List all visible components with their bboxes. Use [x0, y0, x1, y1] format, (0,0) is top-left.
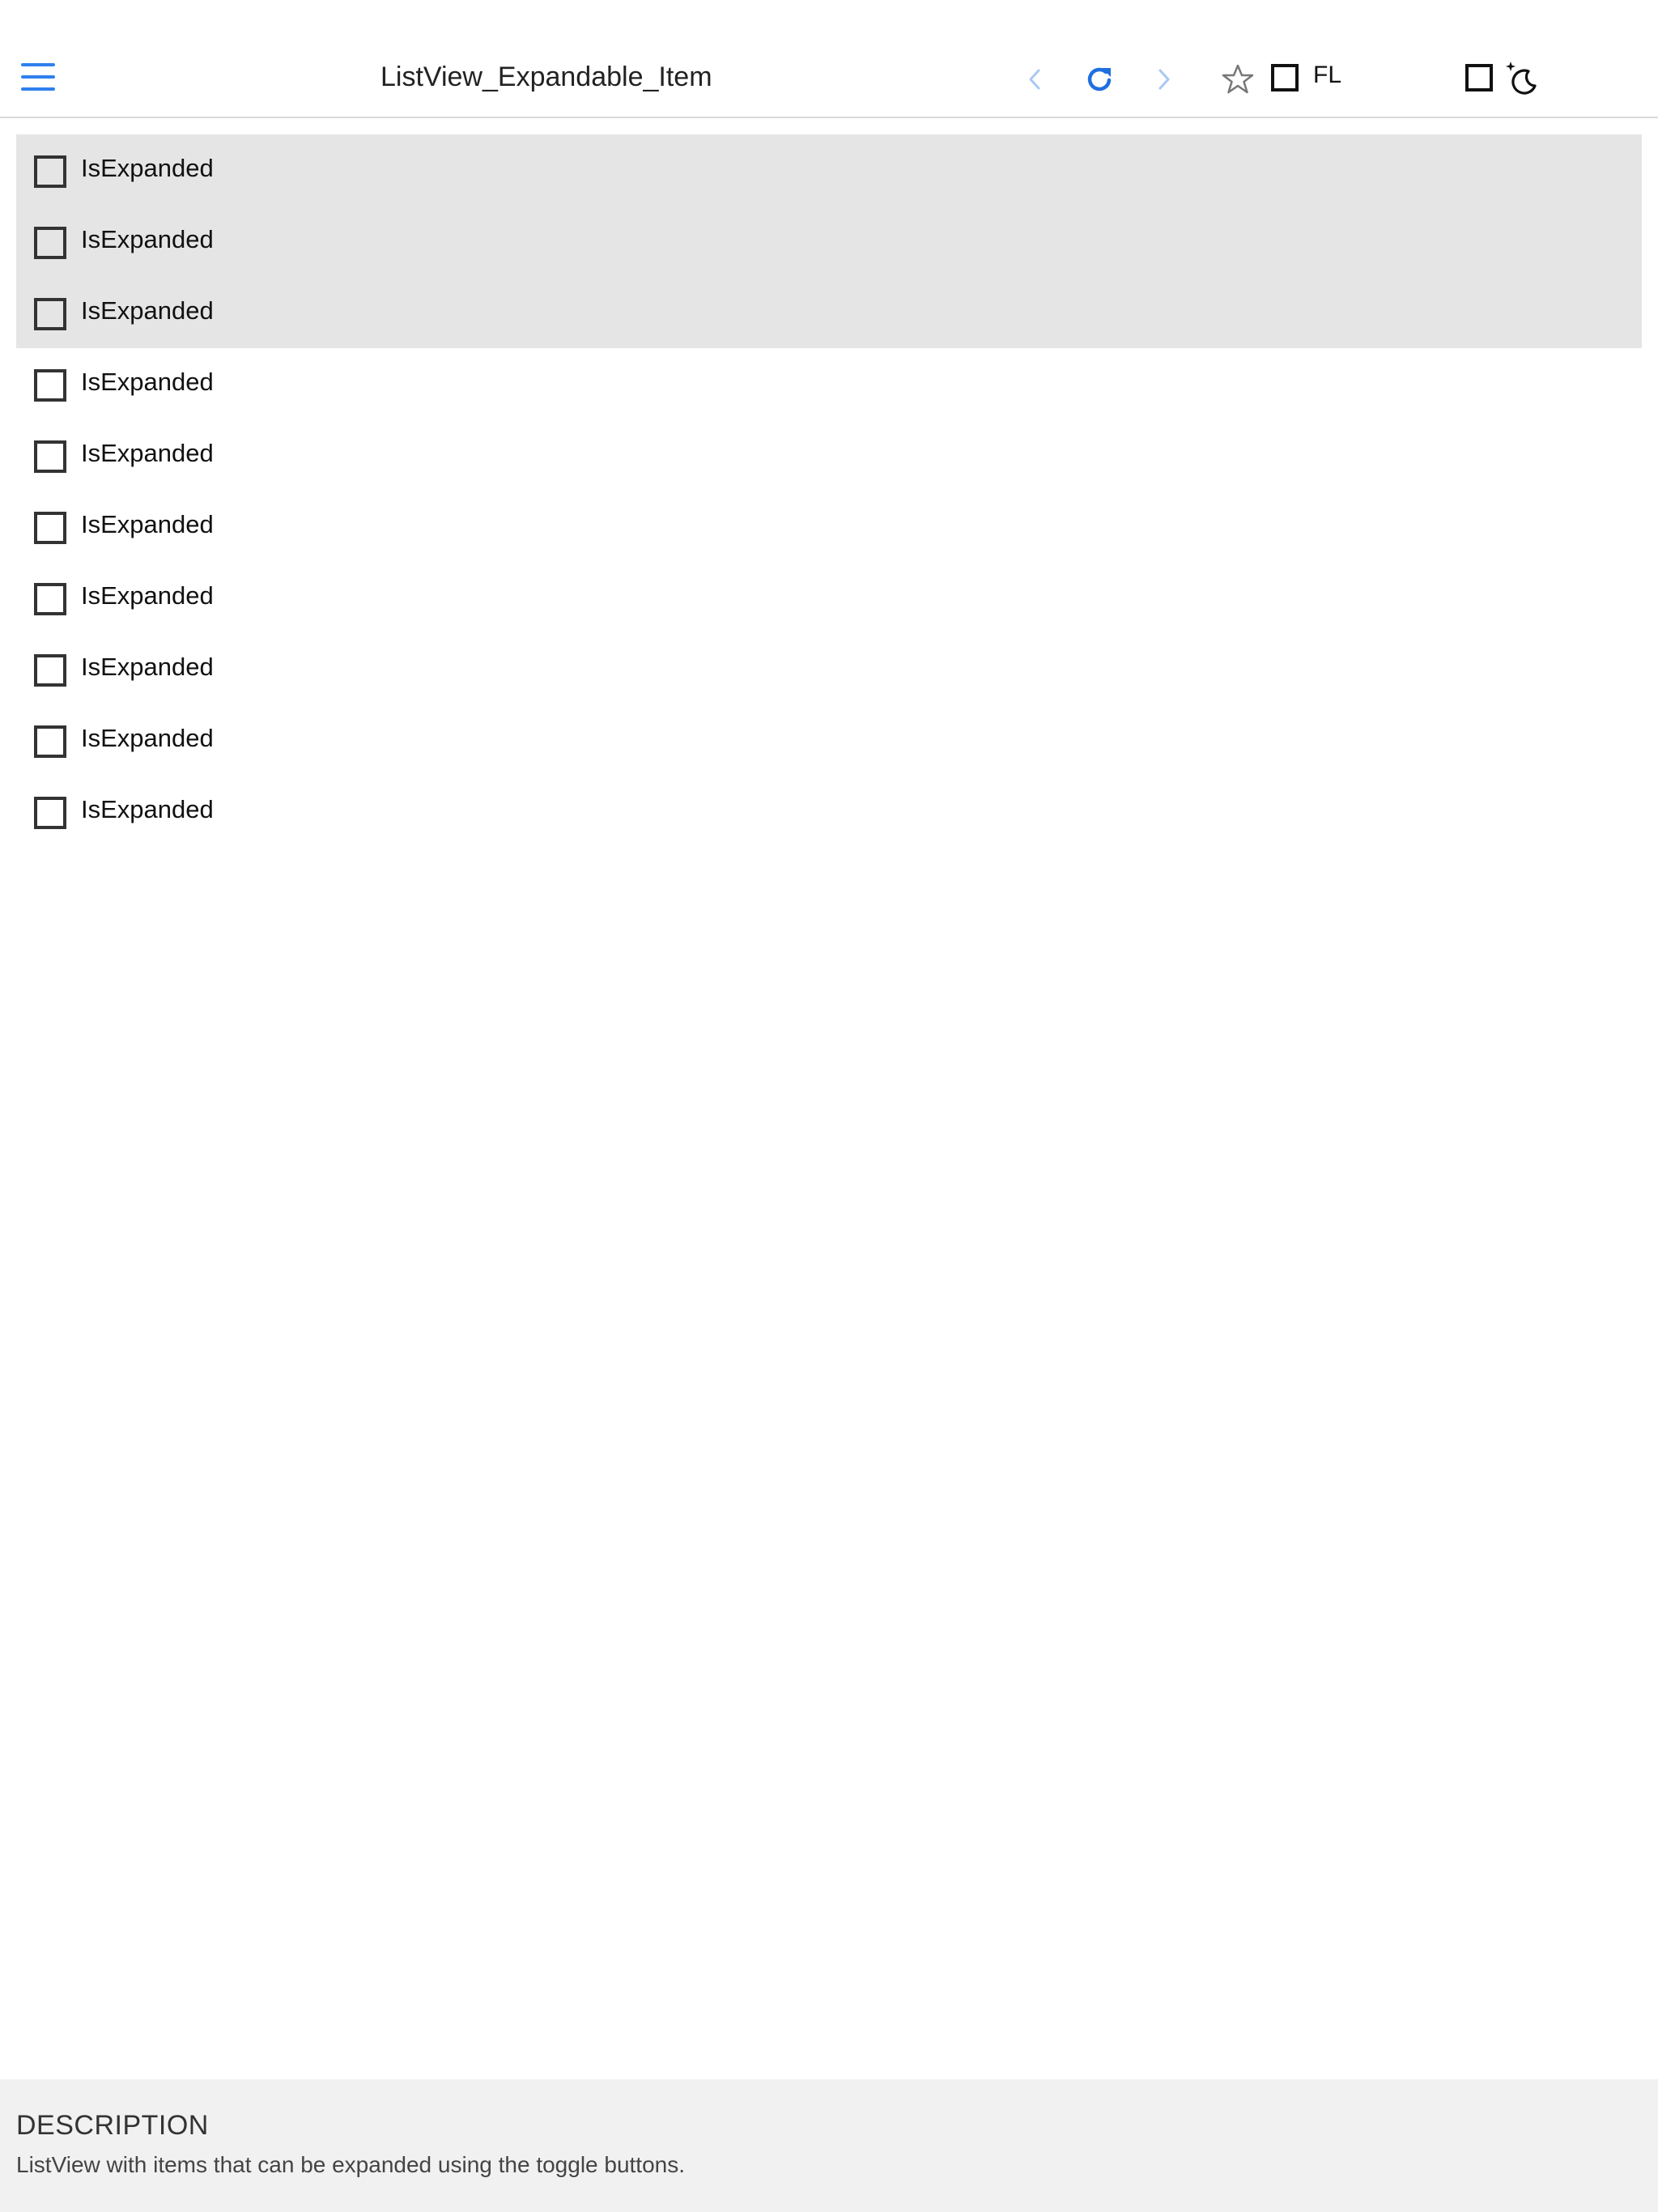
- app-header: ListView_Expandable_Item FL: [0, 0, 1658, 118]
- is-expanded-checkbox[interactable]: [34, 654, 66, 687]
- fl-label: FL: [1313, 62, 1342, 88]
- is-expanded-checkbox[interactable]: [34, 725, 66, 758]
- list-item-label: IsExpanded: [81, 296, 214, 325]
- theme-button[interactable]: [1504, 60, 1540, 96]
- chevron-left-icon: [1029, 69, 1040, 90]
- list-item-label: IsExpanded: [81, 439, 214, 467]
- forward-button[interactable]: [1150, 63, 1179, 96]
- list-item-label: IsExpanded: [81, 368, 214, 396]
- list-item-label: IsExpanded: [81, 154, 214, 182]
- list-item-label: IsExpanded: [81, 581, 214, 610]
- list-item[interactable]: IsExpanded: [16, 206, 1642, 277]
- is-expanded-checkbox[interactable]: [34, 440, 66, 473]
- is-expanded-checkbox[interactable]: [34, 227, 66, 259]
- list-item[interactable]: IsExpanded: [16, 134, 1642, 206]
- description-text: ListView with items that can be expanded…: [16, 2152, 686, 2177]
- expandable-list: IsExpanded IsExpanded IsExpanded IsExpan…: [16, 134, 1642, 847]
- star-outline-icon: [1222, 64, 1254, 94]
- fl-toggle-checkbox[interactable]: [1271, 64, 1299, 91]
- back-button[interactable]: [1020, 63, 1049, 96]
- is-expanded-checkbox[interactable]: [34, 512, 66, 544]
- theme-toggle-checkbox[interactable]: [1465, 64, 1493, 91]
- list-item[interactable]: IsExpanded: [16, 277, 1642, 348]
- list-item-label: IsExpanded: [81, 724, 214, 752]
- list-item-label: IsExpanded: [81, 795, 214, 823]
- chevron-right-icon: [1158, 69, 1170, 90]
- refresh-icon: [1087, 67, 1112, 91]
- favorite-button[interactable]: [1221, 63, 1255, 96]
- list-item[interactable]: IsExpanded: [16, 562, 1642, 633]
- list-item-label: IsExpanded: [81, 225, 214, 253]
- is-expanded-checkbox[interactable]: [34, 797, 66, 829]
- list-item-label: IsExpanded: [81, 510, 214, 538]
- moon-sparkle-icon: [1506, 62, 1537, 95]
- list-item[interactable]: IsExpanded: [16, 348, 1642, 419]
- refresh-button[interactable]: [1083, 63, 1116, 96]
- is-expanded-checkbox[interactable]: [34, 155, 66, 188]
- list-item[interactable]: IsExpanded: [16, 704, 1642, 776]
- is-expanded-checkbox[interactable]: [34, 298, 66, 330]
- description-panel: DESCRIPTION ListView with items that can…: [0, 2079, 1658, 2212]
- list-item[interactable]: IsExpanded: [16, 491, 1642, 562]
- list-item[interactable]: IsExpanded: [16, 776, 1642, 847]
- hamburger-menu-icon[interactable]: [21, 63, 55, 91]
- list-item-label: IsExpanded: [81, 653, 214, 681]
- is-expanded-checkbox[interactable]: [34, 583, 66, 615]
- list-item[interactable]: IsExpanded: [16, 633, 1642, 704]
- page-title: ListView_Expandable_Item: [380, 62, 712, 92]
- is-expanded-checkbox[interactable]: [34, 369, 66, 402]
- description-title: DESCRIPTION: [16, 2110, 209, 2141]
- list-item[interactable]: IsExpanded: [16, 419, 1642, 491]
